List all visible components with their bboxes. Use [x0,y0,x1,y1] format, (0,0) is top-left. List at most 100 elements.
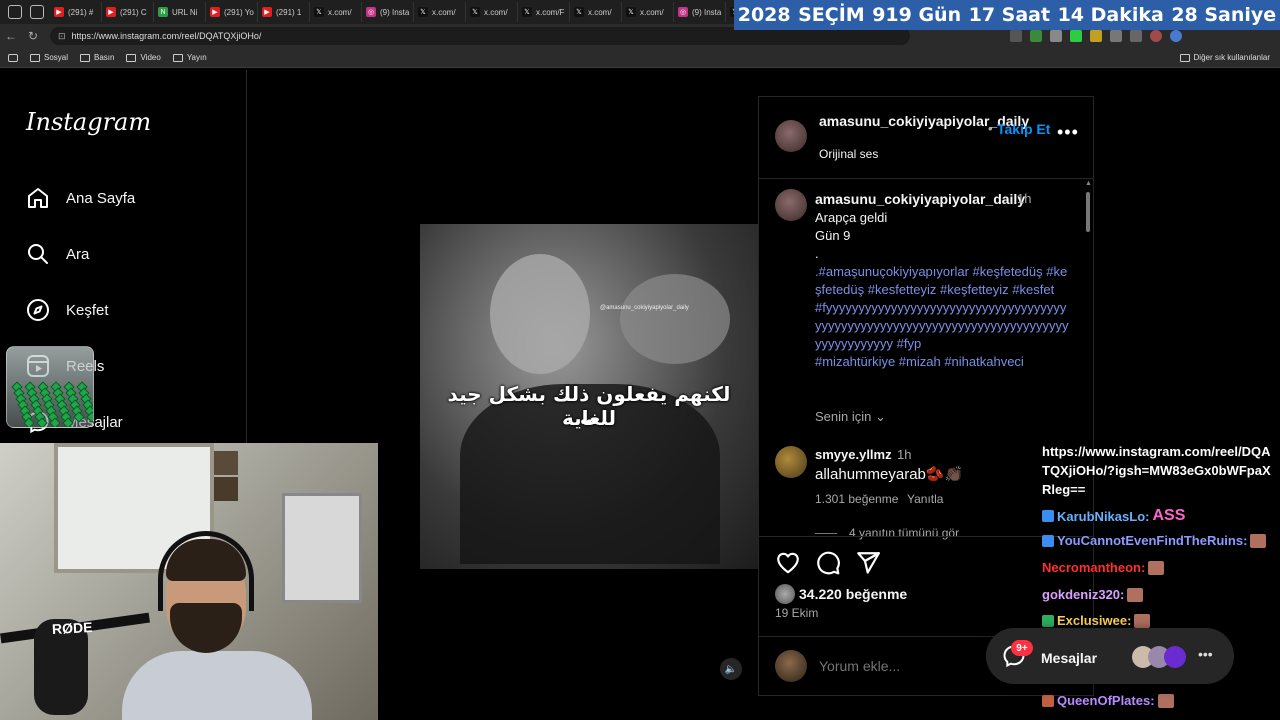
comment-likes[interactable]: 1.301 beğenme [815,492,898,506]
sidebar-item-home[interactable]: Ana Sayfa [26,186,135,210]
sidebar-item-explore[interactable]: Keşfet [26,298,109,322]
workspaces-icon[interactable] [8,5,22,19]
hands-figure [620,274,730,364]
tab-label: x.com/ [432,7,456,17]
read-aloud-icon[interactable] [1010,30,1022,42]
chat-emote-icon [1127,587,1144,602]
other-bookmarks[interactable]: Diğer sık kullanılanlar [1179,53,1270,62]
tab-label: (9) Insta [692,7,722,17]
countdown-label: SEÇİM [798,4,865,26]
browser-tab[interactable]: ▶ (291) C [102,2,154,22]
streamer-shirt [122,651,312,720]
browser-tab[interactable]: 𝕏x.com/ [466,2,518,22]
chat-username: Exclusiwee: [1057,613,1132,628]
tab-label: x.com/ [328,7,352,17]
caption-avatar[interactable] [775,189,807,221]
chevron-down-icon: ⌄ [875,409,886,424]
author-avatar[interactable] [775,120,807,152]
browser-tab[interactable]: ▶ (291) 1 [258,2,310,22]
hashtag-line[interactable]: #fyyyyyyyyyyyyyyyyyyyyyyyyyyyyyyyyyyyyyy… [815,299,1071,353]
tab-label: x.com/F [536,7,565,17]
share-icon[interactable] [855,550,881,576]
chat-badge-icon [1042,614,1054,627]
mute-button[interactable]: 🔈 [720,658,742,680]
browser-tab[interactable]: ◎ (9) Insta [362,2,414,22]
follow-button[interactable]: Takip Et [997,121,1050,137]
for-you-dropdown[interactable]: Senin için ⌄ [815,409,886,425]
likes-count[interactable]: 34.220 beğenme [799,586,907,602]
chat-username: Necromantheon: [1042,560,1146,575]
comment-time: 1h [897,447,912,462]
webcam-overlay: RØDE [0,443,378,720]
chat-link-message: https://www.instagram.com/reel/DQATQXjiO… [1042,444,1271,497]
folder-icon [126,53,137,62]
chat-message: Exclusiwee: [1042,613,1151,628]
gem-jar-widget [6,346,94,428]
reel-video-player[interactable]: @amasunu_cokiyiyapiyolar_daily لكنهم يفع… [420,96,758,696]
back-icon[interactable]: ← [0,29,22,43]
favorites-icon[interactable] [1130,30,1142,42]
bookmark-folder-video[interactable]: Video [126,53,161,62]
more-options-icon[interactable]: ••• [1057,122,1079,143]
messages-pill[interactable]: 9+ Mesajlar ••• [986,628,1234,684]
browser-tab[interactable]: 𝕏x.com/ [310,2,362,22]
browser-tab[interactable]: ▶ (291) Yo [206,2,258,22]
hashtag-line[interactable]: #mizahtürkiye #mizah #nihatkahveci [815,353,1071,371]
lock-icon[interactable]: ⊡ [58,31,66,42]
chat-text: ASS [1152,507,1186,524]
election-countdown-banner: 2028 SEÇİM 919 Gün 17 Saat 14 Dakika 28 … [734,0,1280,30]
countdown-hours: 17 Saat [968,4,1051,26]
divider [815,533,837,534]
sidebar-item-search[interactable]: Ara [26,242,89,266]
audio-label[interactable]: Orijinal ses [819,147,878,161]
browser-tab[interactable]: 𝕏x.com/F [518,2,570,22]
profile-avatar[interactable] [1150,30,1162,42]
browser-tab[interactable]: N URL Ni [154,2,206,22]
caption-username[interactable]: amasunu_cokiyiyapiyolar_daily [815,191,1025,207]
tab-label: URL Ni [172,7,198,17]
extension-icon[interactable] [1090,30,1102,42]
for-you-label: Senin için [815,409,872,424]
reply-button[interactable]: Yanıtla [907,492,943,506]
unread-badge: 9+ [1011,640,1033,656]
browser-tab[interactable]: 𝕏x.com/ [570,2,622,22]
scroll-up-arrow[interactable]: ▲ [1085,180,1092,187]
commenter-avatar[interactable] [775,446,807,478]
bookmark-folder-sosyal[interactable]: Sosyal [30,53,68,62]
chat-username: YouCannotEvenFindTheRuins: [1057,533,1248,548]
tab-strip: ▶ (291) # ▶ (291) C N URL Ni ▶ (291) Yo ▶ (291) 1… [50,2,778,22]
extension-icon[interactable] [1110,30,1122,42]
view-replies-button[interactable]: 4 yanıtın tümünü gör [849,526,959,540]
scroll-thumb[interactable] [1086,192,1090,232]
copilot-icon[interactable] [1170,30,1182,42]
chat-message: QueenOfPlates: [1042,693,1174,708]
extension-icon[interactable] [1070,30,1082,42]
comment-icon[interactable] [815,550,841,576]
chat-message: gokdeniz320: [1042,587,1144,602]
tab-actions-icon[interactable] [30,5,44,19]
commenter-username[interactable]: smyye.yllmz [815,447,892,462]
instagram-logo[interactable]: Instagram [26,108,151,136]
hashtag-line[interactable]: .#amaşunuçokiyiyapıyorlar #keşfetedüş #k… [815,263,1071,299]
bookmark-folder-yayin[interactable]: Yayın [172,53,207,62]
browser-tab[interactable]: 𝕏x.com/ [622,2,674,22]
chat-emote-icon [1148,560,1165,575]
author-username[interactable]: amasunu_cokiyiyapiyolar_daily [819,112,1029,130]
comment-text: allahummeyarab🫘👏🏿 [815,466,964,483]
heart-icon[interactable] [775,550,801,576]
home-icon [28,188,48,208]
extension-icon[interactable] [1050,30,1062,42]
chat-username: QueenOfPlates: [1057,693,1155,708]
extension-icon[interactable] [1030,30,1042,42]
browser-tab[interactable]: ◎ (9) Insta [674,2,726,22]
bookmark-folder-basin[interactable]: Basın [80,53,114,62]
refresh-icon[interactable]: ↻ [22,29,44,43]
chat-message: Necromantheon: [1042,560,1165,575]
folder-icon [30,53,40,62]
browser-tab[interactable]: ▶ (291) # [50,2,102,22]
caption-line: Arapça geldi [815,210,888,225]
countdown-year: 2028 [737,4,791,26]
bookmark-app-icon[interactable] [8,53,18,62]
tab-favicon-icon: ▶ [54,7,64,17]
browser-tab[interactable]: 𝕏x.com/ [414,2,466,22]
